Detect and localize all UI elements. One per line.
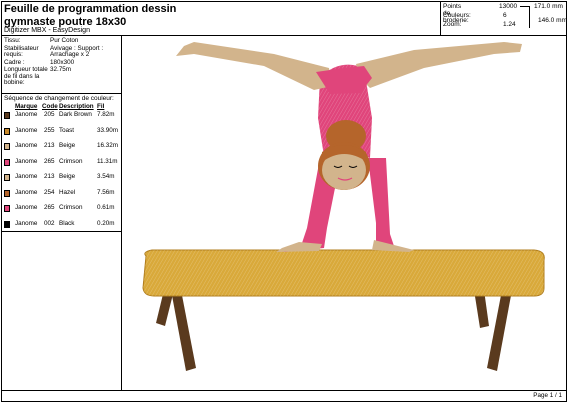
col-code-header: Code [42,103,58,110]
balance-beam [142,249,545,297]
title-line-1: Feuille de programmation dessin [4,3,177,15]
row-code: 205 [44,111,55,118]
row-code: 213 [44,173,55,180]
row-thread: 0.20m [97,219,115,227]
thread-color-swatch [4,205,10,212]
thread-color-swatch [4,158,10,166]
info-row-thread-length: Longueur totale de fil dans la bobine: 3… [4,66,122,87]
info-key: Tissu: [4,37,21,44]
row-thread: 16.32m [97,142,119,149]
width-dimension: 171.0 mm [534,3,563,10]
sequence-bottom-divider [1,231,122,232]
row-thread: 3.54m [97,173,115,180]
software-name: Digitizer MBX - EasyDesign [4,27,90,34]
fabric-info: Tissu: Pur Coton Stabilisateur requis: A… [4,37,122,88]
row-description: Toast [59,126,75,134]
stats-divider [440,1,441,35]
row-code: 255 [44,126,55,134]
row-thread: 7.82m [97,111,115,118]
page-number: Page 1 / 1 [533,392,562,399]
width-bracket [520,6,529,7]
info-value: Pur Coton [50,37,79,44]
color-sequence-row: Janome 002 Black 0.20m [0,220,122,238]
row-description: Hazel [59,188,76,196]
row-description: Beige [59,173,76,180]
row-code: 265 [44,204,55,211]
colors-label: Couleurs: [443,12,471,19]
footer-divider [1,390,567,391]
col-brand-header: Marque [15,103,38,110]
row-thread: 11.31m [97,157,118,165]
embroidery-design-preview [142,42,545,371]
info-value: Avivage : Support : Arrachage x 2 [50,44,104,58]
row-brand: Janome [15,204,38,211]
info-value: 32.75m [50,66,72,73]
row-brand: Janome [15,142,38,149]
sequence-title: Séquence de changement de couleur: [4,95,114,102]
thread-color-swatch [4,189,10,197]
row-description: Crimson [59,204,83,211]
info-key: Longueur totale de fil dans la bobine: [4,66,48,86]
row-description: Dark Brown [59,111,92,118]
row-code: 002 [44,219,55,227]
header-divider [1,35,567,36]
row-brand: Janome [15,157,38,165]
row-brand: Janome [15,111,38,118]
row-code: 254 [44,188,55,196]
height-dimension: 146.0 mm [538,17,567,24]
thread-color-swatch [4,174,10,181]
thread-color-swatch [4,220,10,228]
info-row-fabric: Tissu: Pur Coton [4,37,122,45]
info-row-stabilizer: Stabilisateur requis: Avivage : Support … [4,44,122,59]
row-description: Black [59,219,75,227]
zoom-label: Zoom: [443,21,462,28]
row-thread: 0.61m [97,204,115,211]
thread-color-swatch [4,127,10,135]
zoom-value: 1.24 [503,21,516,28]
row-brand: Janome [15,188,38,196]
sequence-divider [1,93,122,94]
height-bracket [529,6,530,28]
stitches-value: 13000 [499,3,518,10]
info-key: Stabilisateur requis: [4,44,39,58]
row-code: 265 [44,157,55,165]
sheet-title: Feuille de programmation dessin gymnaste… [4,3,424,29]
row-brand: Janome [15,173,38,180]
colors-value: 6 [503,12,507,19]
row-description: Crimson [59,157,83,165]
thread-color-swatch [4,112,10,119]
row-code: 213 [44,142,55,149]
gymnast-legs [176,42,522,94]
row-brand: Janome [15,126,38,134]
col-thread-header: Fil [97,103,105,110]
beam-leg-left [156,290,196,371]
thread-color-swatch [4,143,10,150]
row-brand: Janome [15,219,38,227]
row-description: Beige [59,142,76,149]
row-thread: 33.90m [97,126,119,134]
beam-leg-right [474,290,512,371]
col-description-header: Description [59,103,94,110]
row-thread: 7.56m [97,188,115,196]
